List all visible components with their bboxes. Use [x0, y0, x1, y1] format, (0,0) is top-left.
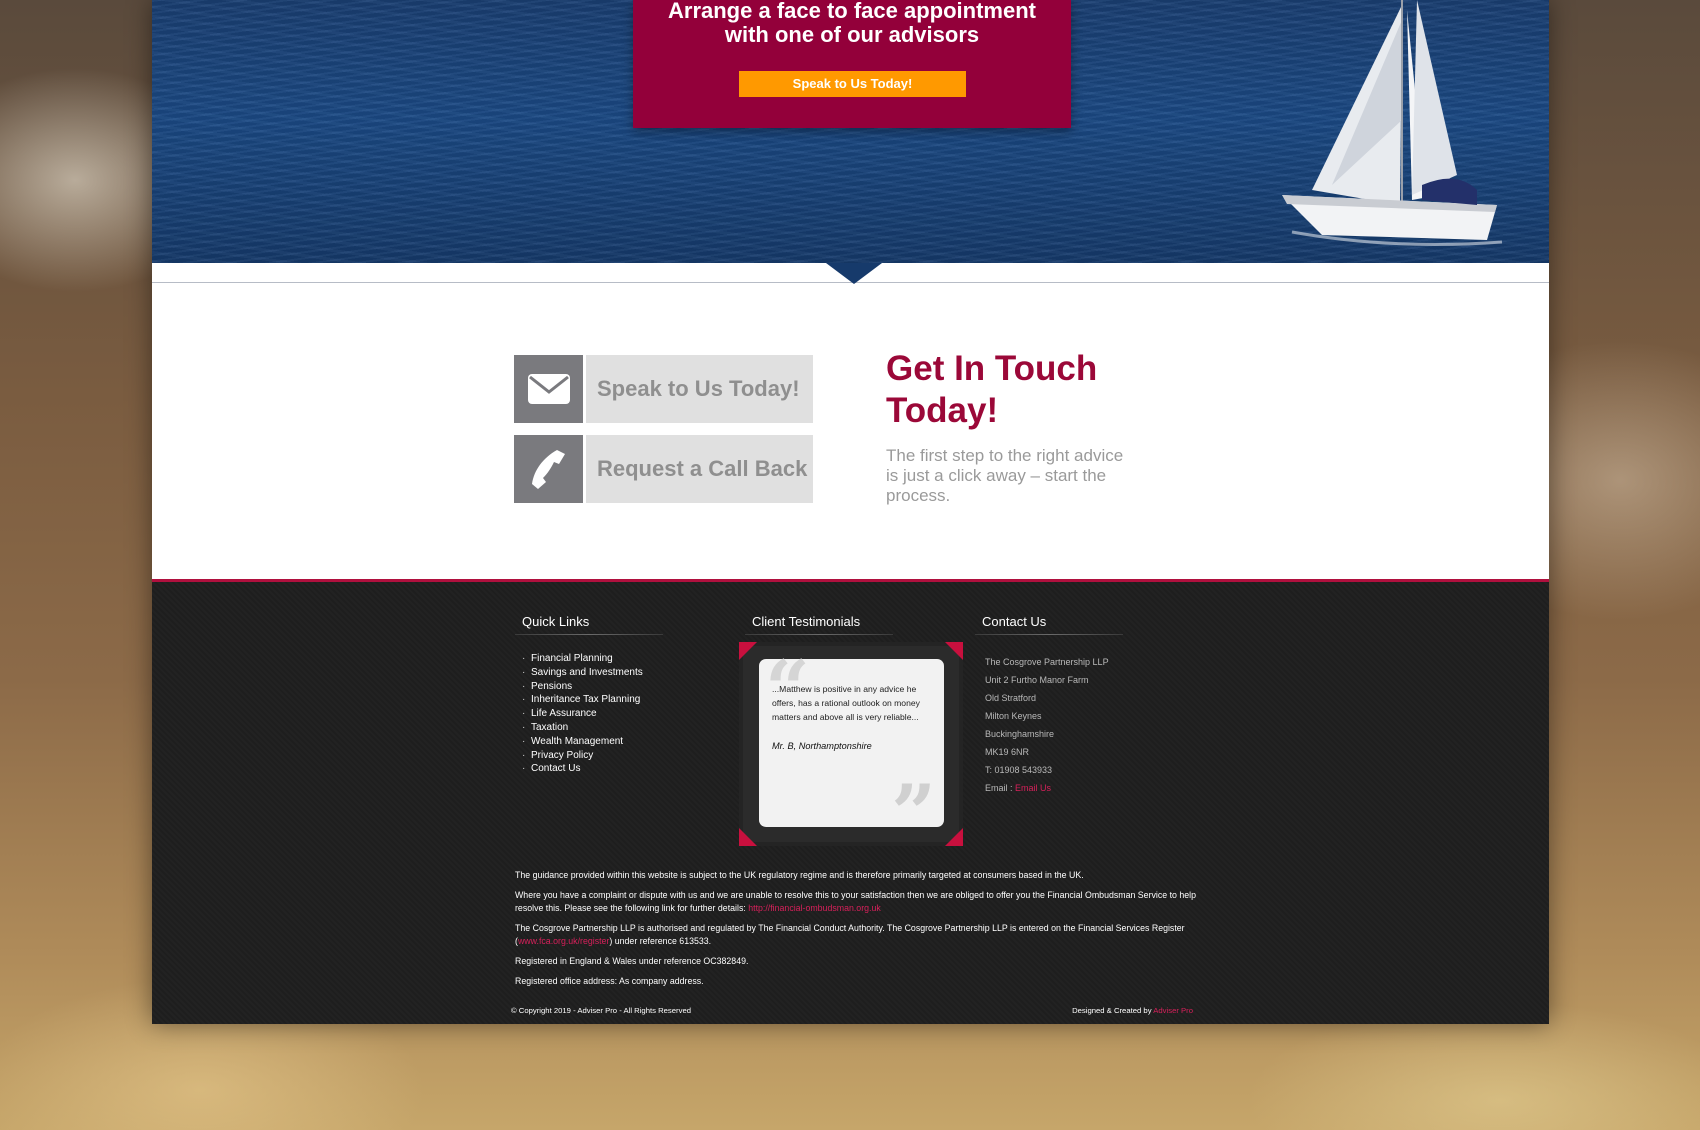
address-line: Unit 2 Furtho Manor Farm	[985, 675, 1089, 685]
quick-link-item[interactable]: Privacy Policy	[521, 749, 643, 763]
speak-to-us-tile[interactable]: Speak to Us Today!	[514, 355, 813, 423]
legal-disclaimer: The guidance provided within this websit…	[515, 869, 1205, 995]
hero-banner: Arrange a face to face appointment with …	[152, 0, 1549, 263]
quick-link-item[interactable]: Pensions	[521, 680, 643, 694]
email-label: Email :	[985, 783, 1013, 793]
legal-paragraph: Registered office address: As company ad…	[515, 976, 704, 986]
testimonial-frame: “ ” ...Matthew is positive in any advice…	[739, 642, 963, 853]
frame-corner-decoration	[945, 642, 963, 660]
quick-links-list: Financial Planning Savings and Investmen…	[521, 652, 643, 776]
phone-number: T: 01908 543933	[985, 765, 1053, 775]
appointment-cta-box: Arrange a face to face appointment with …	[633, 0, 1071, 128]
get-in-touch-text: The first step to the right advice is ju…	[886, 446, 1124, 505]
quote-close-icon: ”	[891, 768, 936, 859]
legal-paragraph: The Cosgrove Partnership LLP is authoris…	[515, 922, 1205, 948]
sailboat-image	[1282, 0, 1503, 246]
envelope-icon	[514, 355, 583, 423]
adviser-pro-link[interactable]: Adviser Pro	[1153, 1006, 1193, 1015]
cta-heading: Arrange a face to face appointment with …	[668, 0, 1036, 47]
testimonial-card: “ ” ...Matthew is positive in any advice…	[759, 651, 944, 853]
copyright-text: © Copyright 2019 - Adviser Pro - All Rig…	[511, 1006, 691, 1015]
address-line: The Cosgrove Partnership LLP	[985, 657, 1109, 667]
legal-text: ) under reference 613533.	[609, 936, 712, 946]
contact-us-rule	[975, 634, 1123, 635]
address-line: Old Stratford	[985, 693, 1037, 703]
ombudsman-link[interactable]: http://financial-ombudsman.org.uk	[748, 903, 881, 913]
quick-links-rule	[515, 634, 663, 635]
testimonial-quote: ...Matthew is positive in any advice he …	[772, 684, 920, 722]
website-screenshot: Arrange a face to face appointment with …	[152, 0, 1549, 1024]
request-call-back-tile[interactable]: Request a Call Back	[514, 435, 813, 503]
email-row: Email : Email Us	[985, 779, 1109, 797]
frame-corner-decoration	[945, 828, 963, 846]
quick-link-item[interactable]: Savings and Investments	[521, 666, 643, 680]
frame-corner-decoration	[739, 828, 757, 846]
speak-to-us-button[interactable]: Speak to Us Today!	[739, 71, 966, 97]
testimonials-rule	[745, 634, 893, 635]
legal-paragraph: The guidance provided within this websit…	[515, 870, 1084, 880]
quick-link-item[interactable]: Wealth Management	[521, 735, 643, 749]
contact-us-title: Contact Us	[982, 614, 1047, 629]
divider-notch	[826, 263, 882, 284]
quick-links-title: Quick Links	[522, 614, 590, 629]
contact-address: The Cosgrove Partnership LLP Unit 2 Furt…	[985, 653, 1109, 797]
legal-paragraph: Where you have a complaint or dispute wi…	[515, 889, 1205, 915]
email-us-link[interactable]: Email Us	[1015, 783, 1051, 793]
legal-paragraph: Registered in England & Wales under refe…	[515, 956, 749, 966]
quick-link-item[interactable]: Life Assurance	[521, 707, 643, 721]
credits: Designed & Created by Adviser Pro	[1072, 1006, 1193, 1015]
quick-link-item[interactable]: Financial Planning	[521, 652, 643, 666]
speak-to-us-label: Speak to Us Today!	[586, 355, 813, 423]
frame-corner-decoration	[739, 642, 757, 660]
phone-icon	[514, 435, 583, 503]
credits-label: Designed & Created by	[1072, 1006, 1154, 1015]
quick-link-item[interactable]: Inheritance Tax Planning	[521, 693, 643, 707]
footer: Quick Links Financial Planning Savings a…	[152, 579, 1549, 1024]
quick-link-item[interactable]: Taxation	[521, 721, 643, 735]
address-line: Milton Keynes	[985, 711, 1042, 721]
quick-link-item[interactable]: Contact Us	[521, 762, 643, 776]
fca-register-link[interactable]: www.fca.org.uk/register	[518, 936, 609, 946]
request-call-back-label: Request a Call Back	[586, 435, 813, 503]
testimonial-author: Mr. B, Northamptonshire	[772, 741, 872, 751]
get-in-touch-title: Get In Touch Today!	[886, 349, 1098, 430]
address-line: MK19 6NR	[985, 747, 1030, 757]
address-line: Buckinghamshire	[985, 729, 1055, 739]
testimonials-title: Client Testimonials	[752, 614, 861, 629]
